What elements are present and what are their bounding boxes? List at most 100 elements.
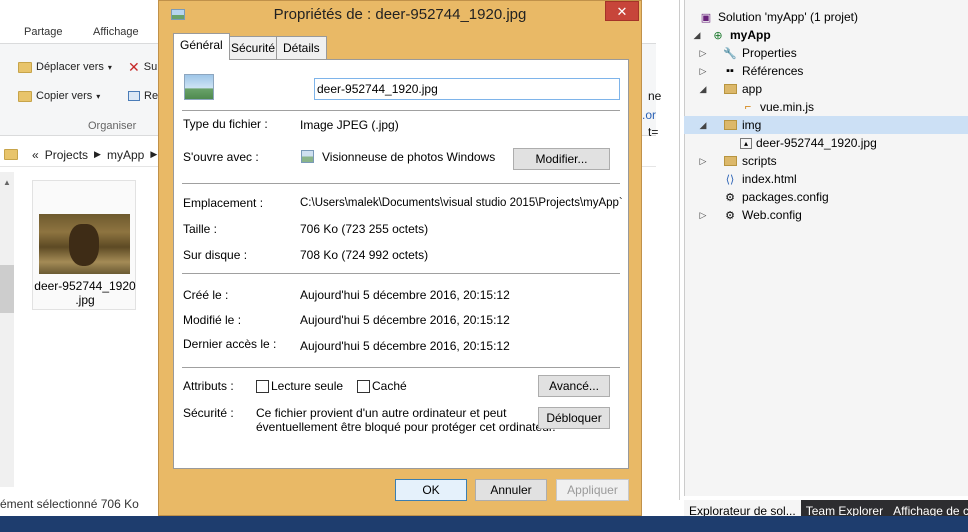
- ok-button[interactable]: OK: [395, 479, 467, 501]
- move-to-button[interactable]: Déplacer vers ▾: [18, 61, 112, 73]
- collapse-icon[interactable]: ◢: [684, 120, 722, 131]
- editor-text-2: .or: [642, 108, 657, 122]
- copy-to-button[interactable]: Copier vers ▾: [18, 90, 100, 102]
- expand-icon[interactable]: ▷: [684, 66, 722, 77]
- js-file-icon: ⌐: [744, 101, 752, 113]
- expand-icon[interactable]: ▷: [684, 156, 722, 167]
- scroll-up-icon[interactable]: ▲: [3, 178, 11, 187]
- expand-icon[interactable]: ▷: [684, 48, 722, 59]
- deer-image-thumbnail: [39, 214, 130, 274]
- rename-button[interactable]: Re: [128, 90, 158, 102]
- size-value: 706 Ko (723 255 octets): [300, 222, 429, 236]
- left-scrollbar[interactable]: ▲: [0, 172, 14, 487]
- security-message-line1: Ce fichier provient d'un autre ordinateu…: [256, 406, 507, 420]
- tree-label: Web.config: [742, 208, 802, 222]
- tab-general[interactable]: Général: [173, 33, 230, 60]
- dropdown-arrow-icon: ▾: [96, 91, 101, 101]
- divider: [182, 367, 620, 368]
- divider: [182, 273, 620, 274]
- tree-label: scripts: [742, 154, 777, 168]
- opens-with-value: Visionneuse de photos Windows: [322, 150, 496, 164]
- folder-icon: [18, 90, 32, 102]
- general-panel: deer-952744_1920.jpg Type du fichier : I…: [173, 59, 629, 469]
- collapse-icon[interactable]: ◢: [684, 30, 710, 41]
- tree-label: img: [742, 118, 762, 132]
- folder-open-icon: [722, 118, 738, 132]
- tree-folder-app[interactable]: ◢ app: [684, 80, 968, 98]
- size-label: Taille :: [183, 222, 218, 236]
- tree-folder-img[interactable]: ◢ img: [684, 116, 968, 134]
- location-value: C:\Users\malek\Documents\visual studio 2…: [300, 197, 623, 209]
- location-label: Emplacement :: [183, 196, 264, 210]
- editor-fragment: ne .or t=: [642, 0, 680, 500]
- tree-file-deer[interactable]: ▴ deer-952744_1920.jpg: [684, 134, 968, 152]
- html-file-icon: ⟨⟩: [725, 173, 735, 186]
- references-icon: ▪▪: [726, 65, 734, 77]
- tree-label: Solution 'myApp' (1 projet): [718, 10, 858, 24]
- change-button[interactable]: Modifier...: [513, 148, 610, 170]
- breadcrumb-projects[interactable]: Projects: [45, 148, 88, 162]
- title-bar[interactable]: Propriétés de : deer-952744_1920.jpg ✕: [159, 1, 641, 31]
- apply-button[interactable]: Appliquer: [556, 479, 629, 501]
- created-label: Créé le :: [183, 288, 229, 302]
- file-name-line1: deer-952744_1920: [34, 279, 136, 293]
- filename-field[interactable]: deer-952744_1920.jpg: [314, 78, 620, 100]
- file-thumbnail[interactable]: deer-952744_1920 .jpg: [32, 180, 136, 310]
- tree-label: myApp: [730, 28, 771, 42]
- tree-file-packages[interactable]: ⚙ packages.config: [684, 188, 968, 206]
- breadcrumb-overflow[interactable]: «: [32, 148, 39, 162]
- tree-file-index[interactable]: ⟨⟩ index.html: [684, 170, 968, 188]
- file-type-label: Type du fichier :: [183, 117, 268, 131]
- collapse-icon[interactable]: ◢: [684, 84, 722, 95]
- created-value: Aujourd'hui 5 décembre 2016, 20:15:12: [300, 288, 510, 302]
- tree-folder-scripts[interactable]: ▷ scripts: [684, 152, 968, 170]
- hidden-label[interactable]: Caché: [372, 379, 407, 393]
- readonly-label[interactable]: Lecture seule: [271, 379, 343, 393]
- scroll-thumb[interactable]: [0, 265, 14, 313]
- wrench-icon: 🔧: [723, 47, 737, 60]
- tab-details[interactable]: Détails: [276, 36, 327, 60]
- tree-label: vue.min.js: [760, 100, 815, 114]
- breadcrumb-myapp[interactable]: myApp: [107, 148, 144, 162]
- tree-solution[interactable]: ▣ Solution 'myApp' (1 projet): [684, 8, 968, 26]
- copy-to-label: Copier vers: [36, 90, 93, 102]
- solution-icon: ▣: [700, 11, 712, 24]
- tree-label: Références: [742, 64, 804, 78]
- deer-head: [69, 224, 99, 266]
- delete-button[interactable]: ✕ Su: [128, 60, 157, 74]
- security-message-line2: éventuellement être bloqué pour protéger…: [256, 420, 556, 434]
- cancel-button[interactable]: Annuler: [475, 479, 547, 501]
- accessed-label: Dernier accès le :: [183, 337, 277, 351]
- tree-file-vue[interactable]: ⌐ vue.min.js: [684, 98, 968, 116]
- disk-size-label: Sur disque :: [183, 248, 248, 262]
- divider: [182, 183, 620, 184]
- move-to-label: Déplacer vers: [36, 61, 104, 73]
- tree-label: deer-952744_1920.jpg: [756, 136, 877, 150]
- editor-text-3: t=: [648, 125, 659, 139]
- hidden-checkbox[interactable]: [357, 380, 370, 393]
- tree-references[interactable]: ▷ ▪▪ Références: [684, 62, 968, 80]
- file-name-line2: .jpg: [75, 293, 95, 307]
- expand-icon[interactable]: ▷: [684, 210, 722, 221]
- project-icon: ⊕: [713, 29, 723, 42]
- image-file-icon: ▴: [740, 137, 752, 149]
- tree-project-myapp[interactable]: ◢ ⊕ myApp: [684, 26, 968, 44]
- folder-icon: [722, 82, 738, 96]
- divider: [182, 110, 620, 111]
- modified-value: Aujourd'hui 5 décembre 2016, 20:15:12: [300, 313, 510, 327]
- close-button[interactable]: ✕: [605, 1, 639, 21]
- tab-view[interactable]: Affichage: [93, 26, 139, 38]
- tree-properties[interactable]: ▷ 🔧 Properties: [684, 44, 968, 62]
- tab-share[interactable]: Partage: [24, 26, 63, 38]
- accessed-value: Aujourd'hui 5 décembre 2016, 20:15:12: [300, 339, 510, 353]
- advanced-button[interactable]: Avancé...: [538, 375, 610, 397]
- photo-viewer-icon: [301, 150, 314, 163]
- unblock-button[interactable]: Débloquer: [538, 407, 610, 429]
- file-type-value: Image JPEG (.jpg): [300, 118, 399, 132]
- tree-file-webconfig[interactable]: ▷ ⚙ Web.config: [684, 206, 968, 224]
- tree-label: Properties: [742, 46, 797, 60]
- security-label: Sécurité :: [183, 406, 234, 420]
- tab-security[interactable]: Sécurité: [224, 36, 283, 60]
- dialog-title: Propriétés de : deer-952744_1920.jpg: [273, 6, 527, 23]
- readonly-checkbox[interactable]: [256, 380, 269, 393]
